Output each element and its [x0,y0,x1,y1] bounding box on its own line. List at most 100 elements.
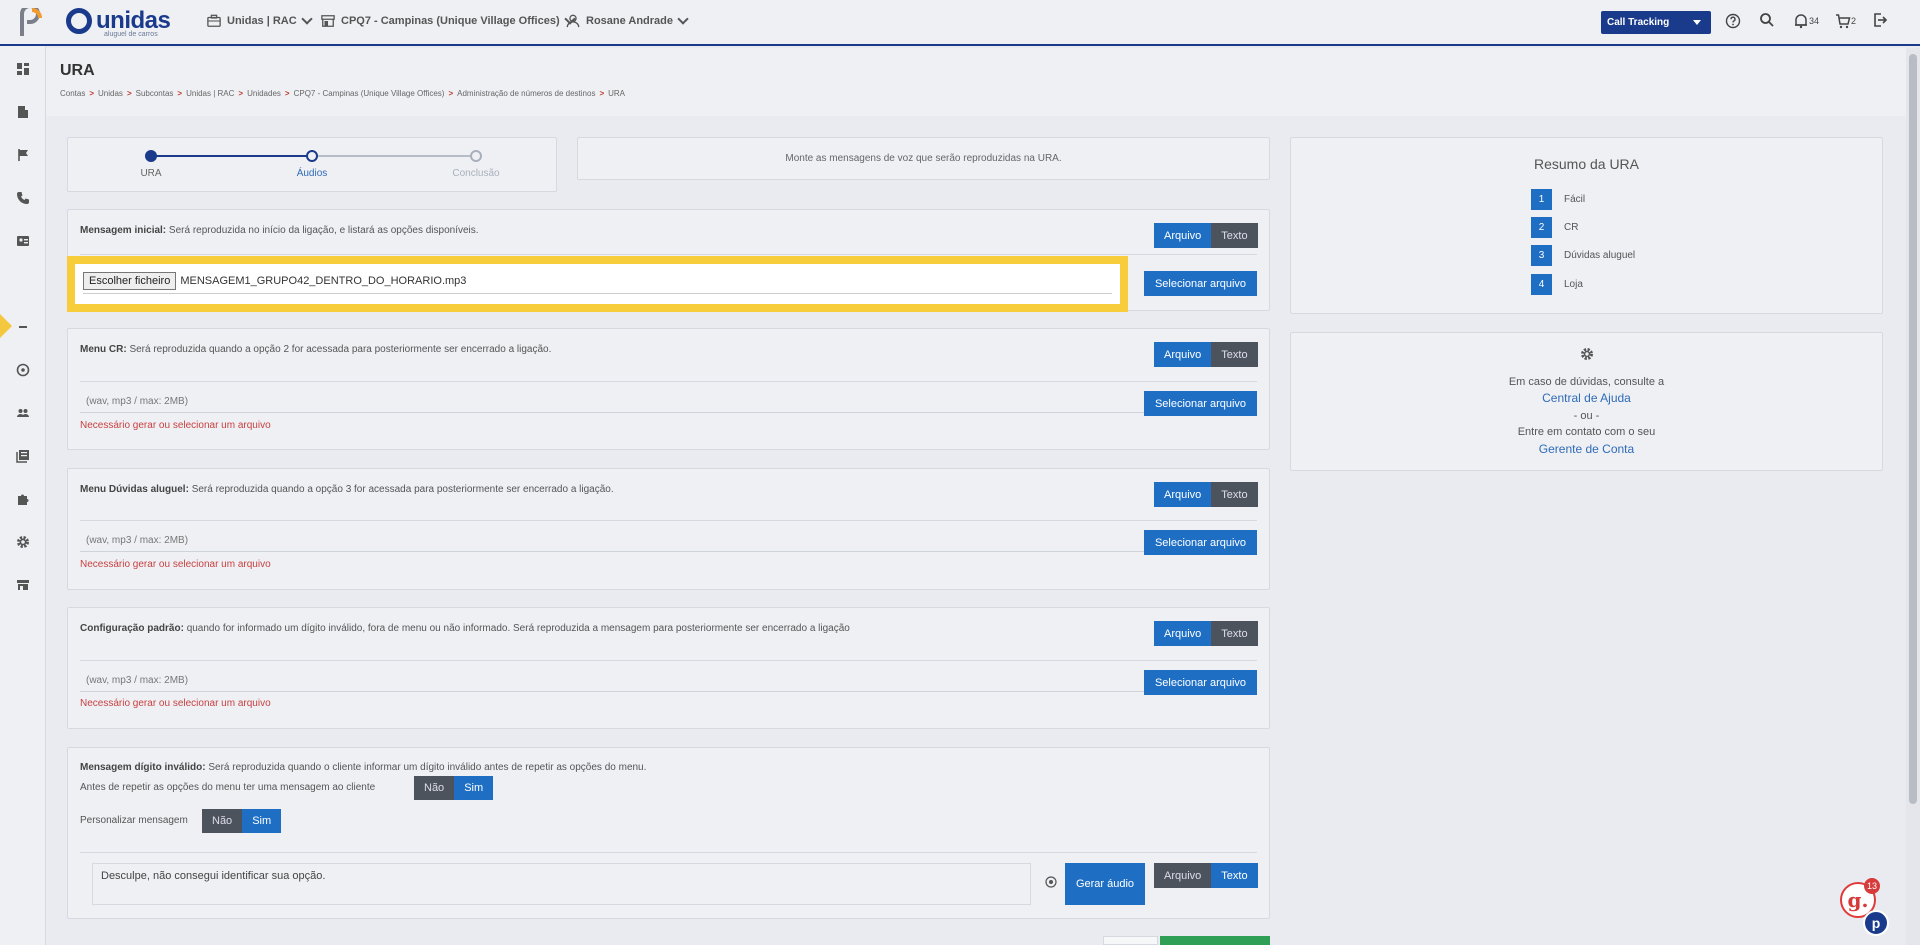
toggle-no-option[interactable]: Não [202,809,243,833]
section-description: Menu Dúvidas aluguel: Será reproduzida q… [80,484,614,495]
phone-icon[interactable] [16,191,30,205]
summary-item-number: 2 [1531,217,1552,238]
toggle-yes-option[interactable]: Sim [242,809,282,833]
ura-summary: Resumo da URA 1 Fácil 2 CR 3 Dúvidas alugue… [1290,137,1883,314]
summary-item-label: Fácil [1564,194,1586,205]
puzzle-icon[interactable] [16,492,30,506]
briefcase-icon [207,14,221,27]
help-center-link[interactable]: Central de Ajuda [1291,391,1882,405]
section-title: Menu Dúvidas aluguel: [80,484,189,495]
breadcrumb-item[interactable]: Unidas | RAC [186,89,234,98]
toggle-file-option[interactable]: Arquivo [1154,621,1212,646]
toggle-file-option[interactable]: Arquivo [1154,223,1212,248]
scrollbar-thumb[interactable] [1909,54,1917,804]
section-invalid-digit: Mensagem dígito inválido: Será reproduzi… [67,747,1270,919]
section-description-text: quando for informado um dígito inválido,… [186,623,850,634]
notifications-button[interactable]: 34 [1793,13,1819,29]
next-button[interactable] [1160,936,1270,945]
toggle-text-option[interactable]: Texto [1211,482,1258,507]
toggle-file-option[interactable]: Arquivo [1154,863,1212,888]
platform-logo-icon[interactable] [18,8,44,38]
account-manager-link[interactable]: Gerente de Conta [1291,442,1882,456]
toggle-file-option[interactable]: Arquivo [1154,342,1212,367]
step-label-conclusao: Conclusão [452,168,500,179]
step-dot-current[interactable] [306,150,318,162]
toggle-text-option[interactable]: Texto [1211,342,1258,367]
breadcrumb-item[interactable]: Unidas [98,89,123,98]
location-dropdown[interactable]: CPQ7 - Campinas (Unique Village Offices) [321,13,576,28]
divider [80,381,1257,382]
help-contact-text: Entre em contato com o seu [1517,426,1656,438]
file-input[interactable]: Escolher ficheiro MENSAGEM1_GRUPO42_DENT… [83,269,1112,294]
active-indicator-arrow-icon [0,314,12,338]
summary-item-number: 4 [1531,274,1552,295]
section-description: Menu CR: Será reproduzida quando a opção… [80,344,551,355]
repeat-message-toggle: Não Sim [414,776,494,800]
help-box: Em caso de dúvidas, consulte a Central d… [1290,332,1883,471]
help-or-text: - ou - [1573,410,1600,422]
invalid-message-textarea[interactable]: Desculpe, não consegui identificar sua o… [92,863,1031,905]
file-input[interactable]: (wav, mp3 / max: 2MB) [80,530,1144,552]
dashboard-icon[interactable] [16,62,30,76]
section-menu-duvidas: Menu Dúvidas aluguel: Será reproduzida q… [67,468,1270,590]
breadcrumb-item[interactable]: Contas [60,89,85,98]
contact-card-icon[interactable] [16,234,30,248]
summary-item-number: 3 [1531,245,1552,266]
toggle-no-option[interactable]: Não [414,776,455,800]
user-dropdown[interactable]: Rosane Andrade [566,13,689,28]
unit-dropdown[interactable]: Unidas | RAC [207,13,313,28]
file-input[interactable]: (wav, mp3 / max: 2MB) [80,670,1144,692]
back-button[interactable] [1103,936,1158,945]
toggle-text-option[interactable]: Texto [1211,223,1258,248]
shop-icon[interactable] [16,578,30,592]
breadcrumb-separator: > [89,89,95,98]
file-text-toggle: Arquivo Texto [1154,863,1258,888]
select-file-button[interactable]: Selecionar arquivo [1144,670,1257,695]
select-file-button[interactable]: Selecionar arquivo [1144,271,1257,296]
vertical-scrollbar[interactable] [1906,48,1920,945]
building-icon[interactable] [16,105,30,119]
step-dot-pending[interactable] [470,150,482,162]
search-button[interactable] [1759,12,1775,28]
breadcrumb-item[interactable]: Administração de números de destinos [457,89,595,98]
section-description: Mensagem dígito inválido: Será reproduzi… [80,762,646,773]
generate-audio-button[interactable]: Gerar áudio [1065,863,1145,905]
file-input-highlight: Escolher ficheiro MENSAGEM1_GRUPO42_DENT… [67,256,1128,312]
section-title: Mensagem dígito inválido: [80,762,206,773]
call-tracking-button[interactable]: Call Tracking [1601,11,1711,34]
location-label: CPQ7 - Campinas (Unique Village Offices) [341,15,560,27]
file-input[interactable]: (wav, mp3 / max: 2MB) [80,391,1144,413]
breadcrumb-item[interactable]: Unidades [247,89,281,98]
help-button[interactable] [1725,13,1741,29]
toggle-file-option[interactable]: Arquivo [1154,482,1212,507]
select-file-button[interactable]: Selecionar arquivo [1144,391,1257,416]
selected-file-name: MENSAGEM1_GRUPO42_DENTRO_DO_HORARIO.mp3 [180,275,467,287]
breadcrumb-item[interactable]: Subcontas [136,89,174,98]
summary-title: Resumo da URA [1533,156,1640,172]
unit-label: Unidas | RAC [227,15,297,27]
toggle-text-option[interactable]: Texto [1211,863,1258,888]
library-icon[interactable] [16,449,30,463]
step-dot-done[interactable] [145,150,157,162]
section-description-text: Será reproduzida quando a opção 3 for ac… [191,484,614,495]
logout-button[interactable] [1872,12,1888,28]
step-label-ura: URA [140,168,162,179]
play-circle-icon[interactable] [1045,876,1057,888]
ura-icon[interactable] [16,320,30,334]
breadcrumb-item[interactable]: CPQ7 - Campinas (Unique Village Offices) [294,89,445,98]
gear-icon[interactable] [16,535,30,549]
error-message: Necessário gerar ou selecionar um arquiv… [80,698,271,709]
toggle-text-option[interactable]: Texto [1211,621,1258,646]
file-text-toggle: Arquivo Texto [1154,342,1258,367]
top-bar: unidas aluguel de carros Unidas | RAC CP… [0,0,1920,46]
assistant-widget-button[interactable]: p [1863,910,1889,936]
breadcrumb-separator: > [284,89,290,98]
cart-button[interactable]: 2 [1835,13,1856,29]
choose-file-button[interactable]: Escolher ficheiro [83,272,177,290]
toggle-yes-option[interactable]: Sim [454,776,494,800]
flag-icon[interactable] [16,148,30,162]
select-file-button[interactable]: Selecionar arquivo [1144,530,1257,555]
users-icon[interactable] [16,406,30,420]
summary-item-label: Loja [1564,279,1583,290]
circle-plus-icon[interactable] [16,363,30,377]
